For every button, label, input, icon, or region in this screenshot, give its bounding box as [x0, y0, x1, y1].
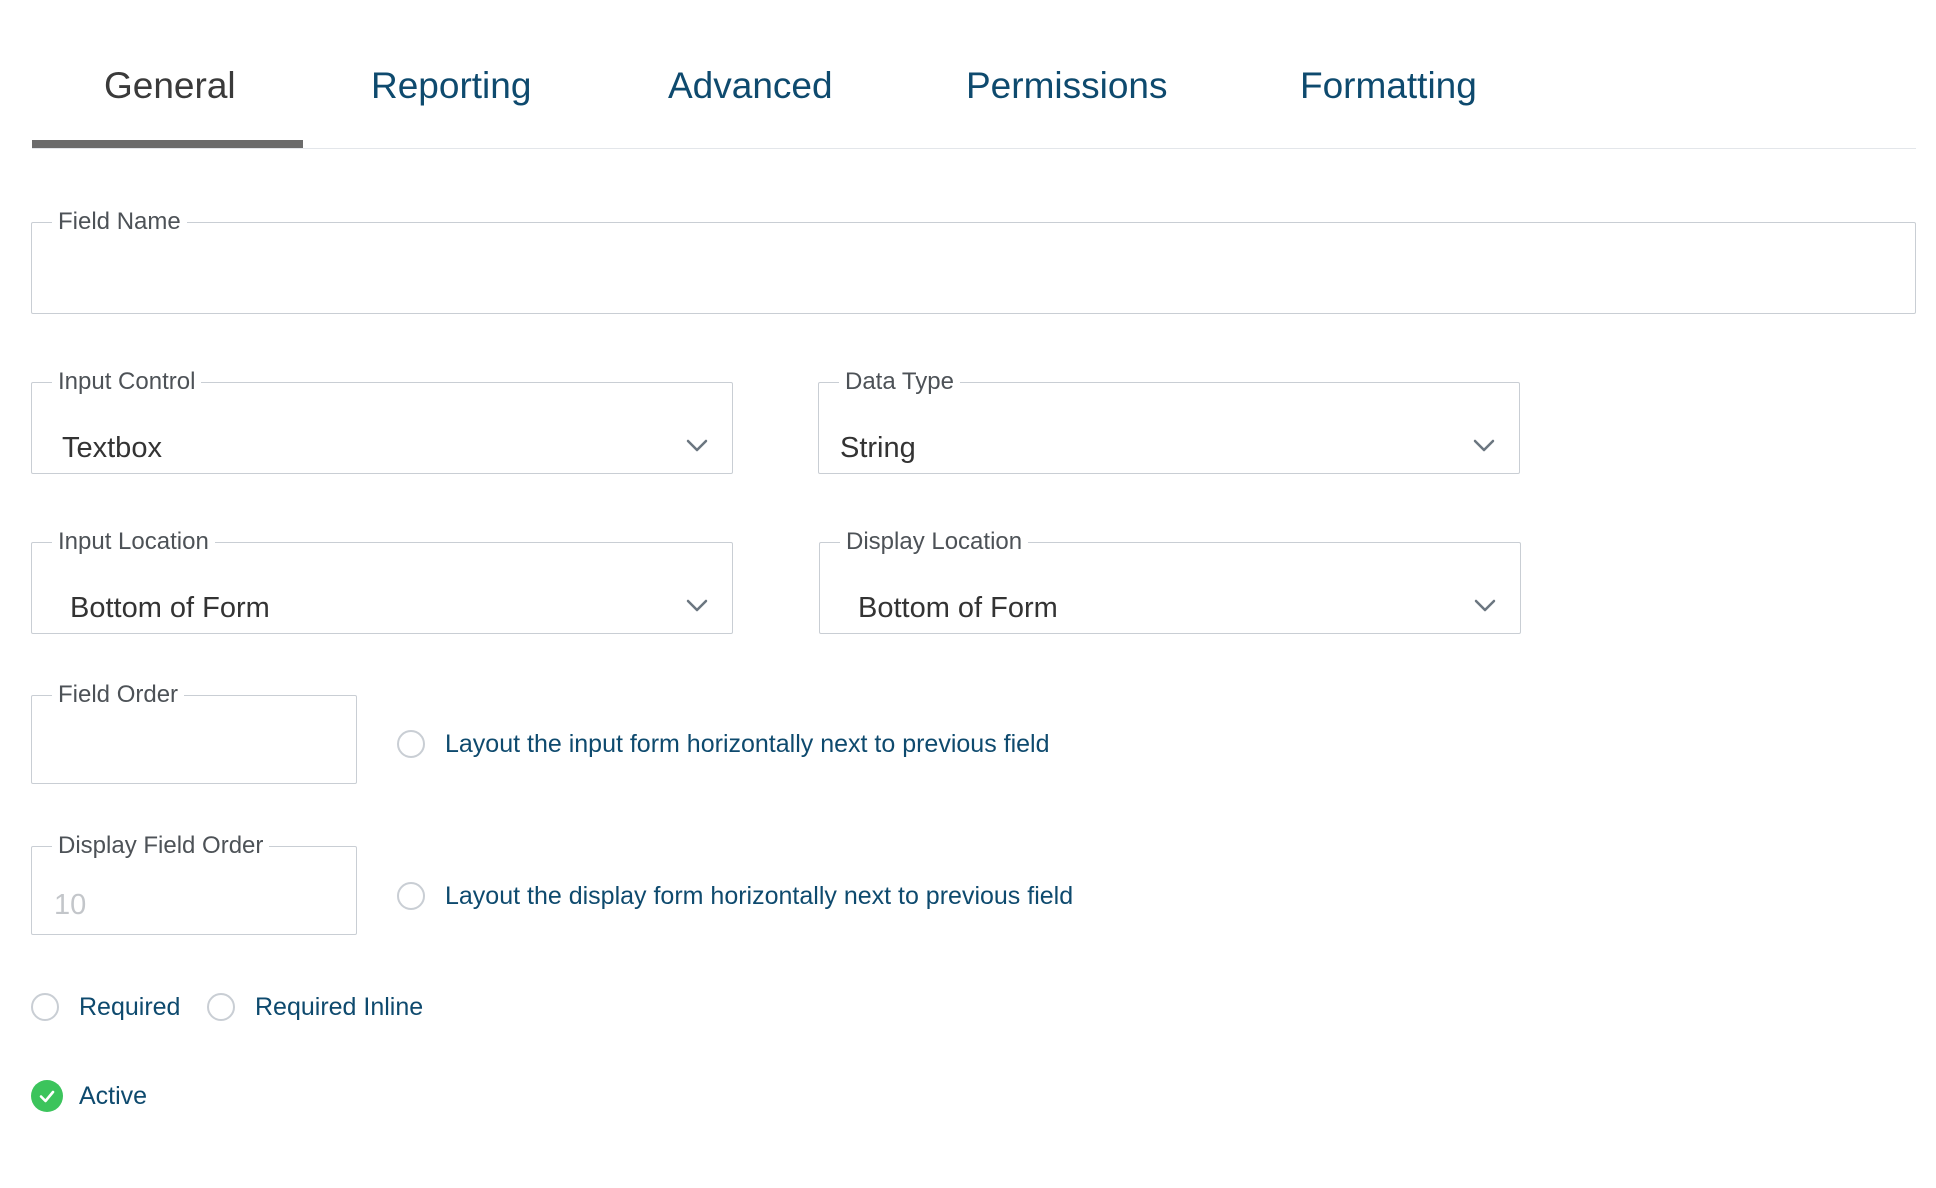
required-inline-radio[interactable] [207, 993, 235, 1021]
field-order-field: Field Order [31, 683, 357, 784]
required-label: Required [79, 992, 181, 1021]
tab-reporting[interactable]: Reporting [371, 62, 531, 110]
chevron-down-icon[interactable] [1469, 430, 1499, 460]
layout-input-horizontal-label: Layout the input form horizontally next … [445, 729, 1050, 758]
field-name-label: Field Name [58, 208, 181, 235]
field-name-input[interactable] [32, 252, 1915, 313]
chevron-down-icon[interactable] [682, 590, 712, 620]
data-type-label: Data Type [845, 368, 954, 395]
display-field-order-field: Display Field Order [31, 834, 357, 935]
input-control-select[interactable]: Input Control Textbox [31, 370, 733, 474]
tab-bar: General Reporting Advanced Permissions F… [32, 0, 1916, 149]
display-location-select[interactable]: Display Location Bottom of Form [819, 530, 1521, 634]
required-inline-option[interactable]: Required Inline [207, 987, 423, 1027]
layout-input-horizontal-radio[interactable] [397, 730, 425, 758]
required-radio[interactable] [31, 993, 59, 1021]
display-field-order-label: Display Field Order [58, 832, 264, 859]
display-location-label: Display Location [846, 528, 1023, 555]
data-type-select[interactable]: Data Type String [818, 370, 1520, 474]
active-tab-indicator [32, 140, 303, 148]
tab-formatting[interactable]: Formatting [1300, 62, 1477, 110]
input-control-value: Textbox [62, 432, 162, 464]
display-location-value: Bottom of Form [858, 592, 1058, 624]
input-location-select[interactable]: Input Location Bottom of Form [31, 530, 733, 634]
layout-display-horizontal-option[interactable]: Layout the display form horizontally nex… [397, 876, 1073, 916]
required-option[interactable]: Required [31, 987, 180, 1027]
input-location-label: Input Location [58, 528, 209, 555]
layout-input-horizontal-option[interactable]: Layout the input form horizontally next … [397, 724, 1050, 764]
field-name-field: Field Name [31, 210, 1916, 314]
required-inline-label: Required Inline [255, 992, 424, 1021]
layout-display-horizontal-label: Layout the display form horizontally nex… [445, 881, 1074, 910]
data-type-value: String [840, 432, 916, 464]
display-field-order-input[interactable] [32, 876, 356, 934]
active-option[interactable]: Active [31, 1076, 147, 1116]
input-control-label: Input Control [58, 368, 196, 395]
field-order-label: Field Order [58, 681, 179, 708]
layout-display-horizontal-radio[interactable] [397, 882, 425, 910]
input-location-value: Bottom of Form [70, 592, 270, 624]
tab-advanced[interactable]: Advanced [668, 62, 833, 110]
tab-general[interactable]: General [104, 62, 236, 110]
chevron-down-icon[interactable] [1470, 590, 1500, 620]
active-label: Active [79, 1081, 148, 1110]
chevron-down-icon[interactable] [682, 430, 712, 460]
tab-permissions[interactable]: Permissions [966, 62, 1168, 110]
checkmark-icon [39, 1090, 55, 1103]
field-order-input[interactable] [32, 725, 356, 783]
check-circle-icon[interactable] [31, 1080, 63, 1112]
